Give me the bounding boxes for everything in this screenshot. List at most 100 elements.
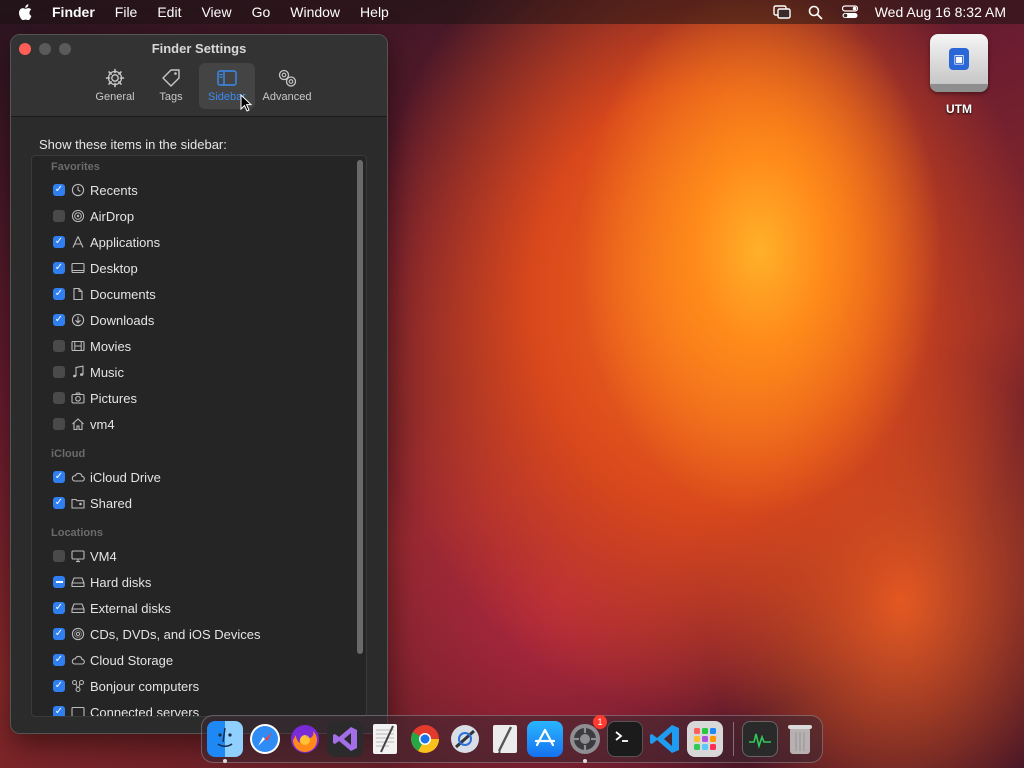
list-item-desktop[interactable]: ✓ Desktop: [53, 259, 138, 277]
server-icon: [70, 705, 85, 716]
checkbox-cloud-storage[interactable]: ✓: [53, 654, 65, 666]
list-item-connected-servers[interactable]: ✓ Connected servers: [53, 703, 199, 716]
tab-advanced[interactable]: Advanced: [255, 63, 319, 109]
control-center-icon[interactable]: [833, 5, 867, 19]
list-scrollbar[interactable]: [357, 160, 363, 654]
menu-help[interactable]: Help: [350, 4, 399, 20]
visual-studio-icon[interactable]: [327, 721, 363, 757]
download-icon: [70, 313, 85, 327]
chrome-icon[interactable]: [407, 721, 443, 757]
utm-drive-logo: ▣: [949, 48, 969, 70]
item-label-pictures: Pictures: [90, 390, 137, 406]
bonjour-icon: [70, 679, 85, 693]
list-item-documents[interactable]: ✓ Documents: [53, 285, 156, 303]
computer-icon: [70, 549, 85, 563]
utm-desktop-icon[interactable]: ▣ UTM: [925, 34, 993, 116]
app-store-icon[interactable]: [527, 721, 563, 757]
checkbox-hard-disks[interactable]: [53, 576, 65, 588]
list-item-movies[interactable]: Movies: [53, 337, 131, 355]
checkbox-recents[interactable]: ✓: [53, 184, 65, 196]
item-label-vm4-computer: VM4: [90, 548, 117, 564]
sidebar-icon: [217, 70, 237, 86]
item-label-cloud-storage: Cloud Storage: [90, 652, 174, 668]
list-item-vm4-computer[interactable]: VM4: [53, 547, 117, 565]
menu-clock[interactable]: Wed Aug 16 8:32 AM: [867, 4, 1006, 20]
tab-general-label: General: [95, 91, 135, 103]
tab-tags[interactable]: Tags: [143, 63, 199, 109]
checkbox-bonjour[interactable]: ✓: [53, 680, 65, 692]
menu-bar: Finder File Edit View Go Window Help Wed…: [0, 0, 1024, 24]
apple-menu-icon[interactable]: [0, 4, 50, 20]
menu-view[interactable]: View: [191, 4, 241, 20]
list-item-pictures[interactable]: Pictures: [53, 389, 137, 407]
system-settings-icon[interactable]: 1: [567, 715, 607, 763]
checkbox-icloud-drive[interactable]: ✓: [53, 471, 65, 483]
trash-icon[interactable]: [782, 721, 818, 757]
sidebar-settings-pane: Show these items in the sidebar: Favorit…: [11, 117, 387, 733]
checkbox-airdrop[interactable]: [53, 210, 65, 222]
list-item-shared[interactable]: ✓ Shared: [53, 494, 132, 512]
film-icon: [70, 339, 85, 353]
list-item-airdrop[interactable]: AirDrop: [53, 207, 134, 225]
list-item-cloud-storage[interactable]: ✓ Cloud Storage: [53, 651, 173, 669]
list-item-vm4-home[interactable]: vm4: [53, 415, 115, 433]
finder-icon[interactable]: [207, 721, 243, 763]
menu-edit[interactable]: Edit: [147, 4, 191, 20]
checkbox-connected-servers[interactable]: ✓: [53, 706, 65, 716]
item-label-applications: Applications: [90, 234, 161, 250]
checkbox-external-disks[interactable]: ✓: [53, 602, 65, 614]
script-editor-icon[interactable]: [487, 721, 523, 757]
menu-app-name[interactable]: Finder: [50, 4, 105, 20]
list-item-icloud-drive[interactable]: ✓ iCloud Drive: [53, 468, 161, 486]
music-note-icon: [70, 365, 85, 379]
section-icloud: iCloud: [51, 448, 86, 460]
desktop-icon: [70, 261, 85, 275]
item-label-downloads: Downloads: [90, 312, 155, 328]
xcode-instruments-icon[interactable]: [447, 721, 483, 757]
screen-mirroring-icon[interactable]: [765, 5, 799, 19]
utm-desktop-label: UTM: [946, 102, 972, 116]
checkbox-vm4-computer[interactable]: [53, 550, 65, 562]
list-item-hard-disks[interactable]: Hard disks: [53, 573, 151, 591]
checkbox-music[interactable]: [53, 366, 65, 378]
list-item-music[interactable]: Music: [53, 363, 124, 381]
list-item-downloads[interactable]: ✓ Downloads: [53, 311, 154, 329]
utm-drive-strip: [930, 84, 988, 92]
checkbox-movies[interactable]: [53, 340, 65, 352]
item-label-desktop: Desktop: [90, 260, 138, 276]
checkbox-cds-dvds[interactable]: ✓: [53, 628, 65, 640]
list-item-cds-dvds[interactable]: ✓ CDs, DVDs, and iOS Devices: [53, 625, 261, 643]
list-item-bonjour[interactable]: ✓ Bonjour computers: [53, 677, 199, 695]
menu-file[interactable]: File: [105, 4, 148, 20]
sidebar-items-list[interactable]: Favorites ✓ Recents AirDrop ✓ Applicatio…: [31, 155, 367, 717]
menu-go[interactable]: Go: [242, 4, 281, 20]
gears-icon: [278, 69, 297, 87]
firefox-icon[interactable]: [287, 721, 323, 757]
checkbox-downloads[interactable]: ✓: [53, 314, 65, 326]
launchpad-icon[interactable]: [687, 721, 723, 757]
checkbox-documents[interactable]: ✓: [53, 288, 65, 300]
spotlight-search-icon[interactable]: [799, 5, 833, 20]
checkbox-desktop[interactable]: ✓: [53, 262, 65, 274]
checkbox-pictures[interactable]: [53, 392, 65, 404]
sidebar-items-heading: Show these items in the sidebar:: [39, 137, 227, 152]
safari-icon[interactable]: [247, 721, 283, 757]
tab-general[interactable]: General: [87, 63, 143, 109]
item-label-shared: Shared: [90, 495, 132, 511]
vscode-icon[interactable]: [647, 721, 683, 757]
list-item-external-disks[interactable]: ✓ External disks: [53, 599, 171, 617]
checkbox-shared[interactable]: ✓: [53, 497, 65, 509]
checkbox-vm4-home[interactable]: [53, 418, 65, 430]
finder-settings-window: Finder Settings General Tags Sidebar Adv…: [10, 34, 388, 734]
mouse-pointer-icon: [240, 94, 252, 112]
activity-monitor-icon[interactable]: [742, 721, 778, 757]
textedit-icon[interactable]: [367, 721, 403, 757]
item-label-movies: Movies: [90, 338, 132, 354]
cloud-icon: [70, 470, 85, 484]
list-item-recents[interactable]: ✓ Recents: [53, 181, 138, 199]
home-icon: [70, 417, 85, 431]
menu-window[interactable]: Window: [280, 4, 350, 20]
checkbox-applications[interactable]: ✓: [53, 236, 65, 248]
list-item-applications[interactable]: ✓ Applications: [53, 233, 160, 251]
terminal-icon[interactable]: [607, 721, 643, 757]
